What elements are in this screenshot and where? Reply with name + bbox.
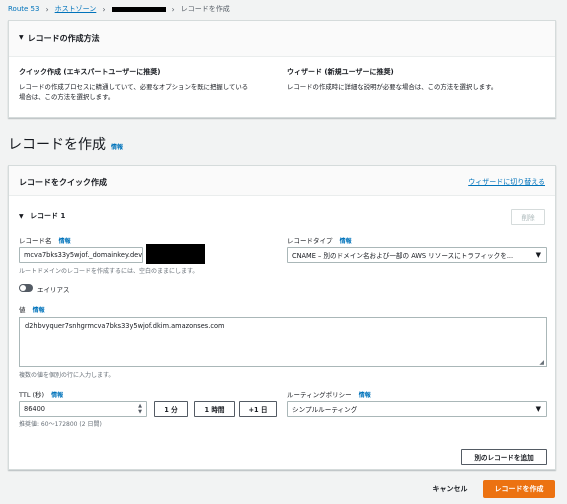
breadcrumb: Route 53 › ホストゾーン › › レコードを作成 — [8, 4, 230, 14]
chevron-right-icon: › — [171, 4, 175, 14]
value-text: d2hbvyquer7snhgrmcva7bks33y5wjof.dkim.am… — [25, 322, 225, 330]
wizard-desc: レコードの作成時に詳細な説明が必要な場合は、この方法を選択します。 — [287, 83, 498, 91]
record-type-label: レコードタイプ — [287, 237, 333, 245]
add-another-record-button[interactable]: 別のレコードを追加 — [461, 449, 547, 465]
ttl-input[interactable]: 86400 ▲ ▼ — [19, 401, 147, 417]
routing-policy-info-link[interactable]: 情報 — [359, 392, 371, 399]
toggle-knob — [20, 285, 26, 291]
alias-toggle[interactable] — [19, 284, 33, 292]
ttl-label: TTL (秒) — [19, 391, 45, 399]
chevron-right-icon: › — [45, 4, 49, 14]
caret-down-icon: ▼ — [535, 251, 541, 259]
quick-create-option: クイック作成 (エキスパートユーザーに推奨) レコードの作成プロセスに精通してい… — [19, 67, 281, 102]
wizard-option: ウィザード (新規ユーザーに推奨) レコードの作成時に詳細な説明が必要な場合は、… — [287, 67, 549, 92]
record-1-title: レコード 1 — [30, 212, 66, 220]
caret-down-icon: ▼ — [19, 213, 24, 220]
ttl-1min-button[interactable]: 1 分 — [154, 401, 188, 417]
delete-record-button[interactable]: 削除 — [511, 209, 545, 225]
record-1-header[interactable]: ▼ レコード 1 — [19, 211, 65, 221]
page-title-info-link[interactable]: 情報 — [111, 142, 123, 151]
value-hint: 複数の値を個別の行に入力します。 — [19, 372, 115, 379]
ttl-info-link[interactable]: 情報 — [51, 392, 63, 399]
record-name-hint: ルートドメインのレコードを作成するには、空白のままにします。 — [19, 268, 199, 275]
ttl-value: 86400 — [24, 405, 45, 413]
record-type-label-row: レコードタイプ 情報 — [287, 235, 352, 245]
record-name-info-link[interactable]: 情報 — [59, 238, 71, 245]
routing-policy-label-row: ルーティングポリシー 情報 — [287, 389, 371, 399]
quick-create-title: クイック作成 (エキスパートユーザーに推奨) — [19, 68, 161, 76]
quick-create-panel-title: レコードをクイック作成 — [19, 178, 107, 187]
breadcrumb-route53[interactable]: Route 53 — [8, 5, 39, 13]
record-name-label-row: レコード名 情報 — [19, 235, 71, 245]
routing-policy-label: ルーティングポリシー — [287, 391, 352, 399]
quick-create-header: レコードをクイック作成 ウィザードに切り替える — [9, 166, 555, 196]
breadcrumb-current: レコードを作成 — [180, 5, 230, 13]
page-title: レコードを作成 — [8, 137, 106, 153]
record-type-select[interactable]: CNAME – 別のドメイン名および一部の AWS リソースにトラフィックを..… — [287, 247, 547, 263]
switch-to-wizard-link[interactable]: ウィザードに切り替える — [468, 177, 545, 195]
ttl-label-row: TTL (秒) 情報 — [19, 389, 63, 399]
breadcrumb-hosted-zones[interactable]: ホストゾーン — [55, 4, 97, 14]
wizard-title: ウィザード (新規ユーザーに推奨) — [287, 68, 394, 76]
value-label: 値 — [19, 306, 26, 314]
ttl-1day-button[interactable]: +1 日 — [239, 401, 277, 417]
chevron-right-icon: › — [102, 4, 106, 14]
caret-down-icon: ▼ — [19, 34, 24, 41]
quick-create-desc-1: レコードの作成プロセスに精通していて、必要なオプションを既に把握している — [19, 83, 249, 91]
resize-handle-icon[interactable]: ◢ — [539, 359, 544, 366]
record-name-label: レコード名 — [19, 237, 52, 245]
ttl-hint: 推奨値: 60～172800 (2 日間) — [19, 421, 102, 428]
redacted-zone-name — [111, 6, 166, 12]
routing-policy-value: シンプルルーティング — [292, 406, 358, 414]
cancel-button[interactable]: キャンセル — [425, 480, 475, 498]
redacted-domain — [146, 244, 205, 264]
routing-policy-select[interactable]: シンプルルーティング ▼ — [287, 401, 547, 417]
record-type-value: CNAME – 別のドメイン名および一部の AWS リソースにトラフィックを..… — [292, 252, 514, 260]
quick-create-desc-2: 場合は、この方法を選択します。 — [19, 93, 115, 101]
creation-method-title: レコードの作成方法 — [27, 34, 100, 43]
alias-label: エイリアス — [37, 286, 70, 294]
record-type-info-link[interactable]: 情報 — [340, 238, 352, 245]
ttl-1hour-button[interactable]: 1 時間 — [194, 401, 235, 417]
creation-method-panel: ▼ レコードの作成方法 クイック作成 (エキスパートユーザーに推奨) レコードの… — [8, 20, 556, 118]
value-info-link[interactable]: 情報 — [33, 307, 45, 314]
caret-down-icon: ▼ — [535, 405, 541, 413]
quick-create-panel: レコードをクイック作成 ウィザードに切り替える ▼ レコード 1 削除 レコード… — [8, 165, 556, 470]
create-records-button[interactable]: レコードを作成 — [483, 480, 555, 498]
record-name-input[interactable]: mcva7bks33y5wjof._domainkey.dev — [19, 247, 143, 263]
value-textarea[interactable]: d2hbvyquer7snhgrmcva7bks33y5wjof.dkim.am… — [19, 317, 547, 367]
page-title-row: レコードを作成 情報 — [8, 134, 123, 154]
stepper-icon[interactable]: ▲ ▼ — [138, 403, 142, 415]
value-label-row: 値 情報 — [19, 304, 45, 314]
creation-method-header[interactable]: ▼ レコードの作成方法 — [9, 21, 555, 57]
